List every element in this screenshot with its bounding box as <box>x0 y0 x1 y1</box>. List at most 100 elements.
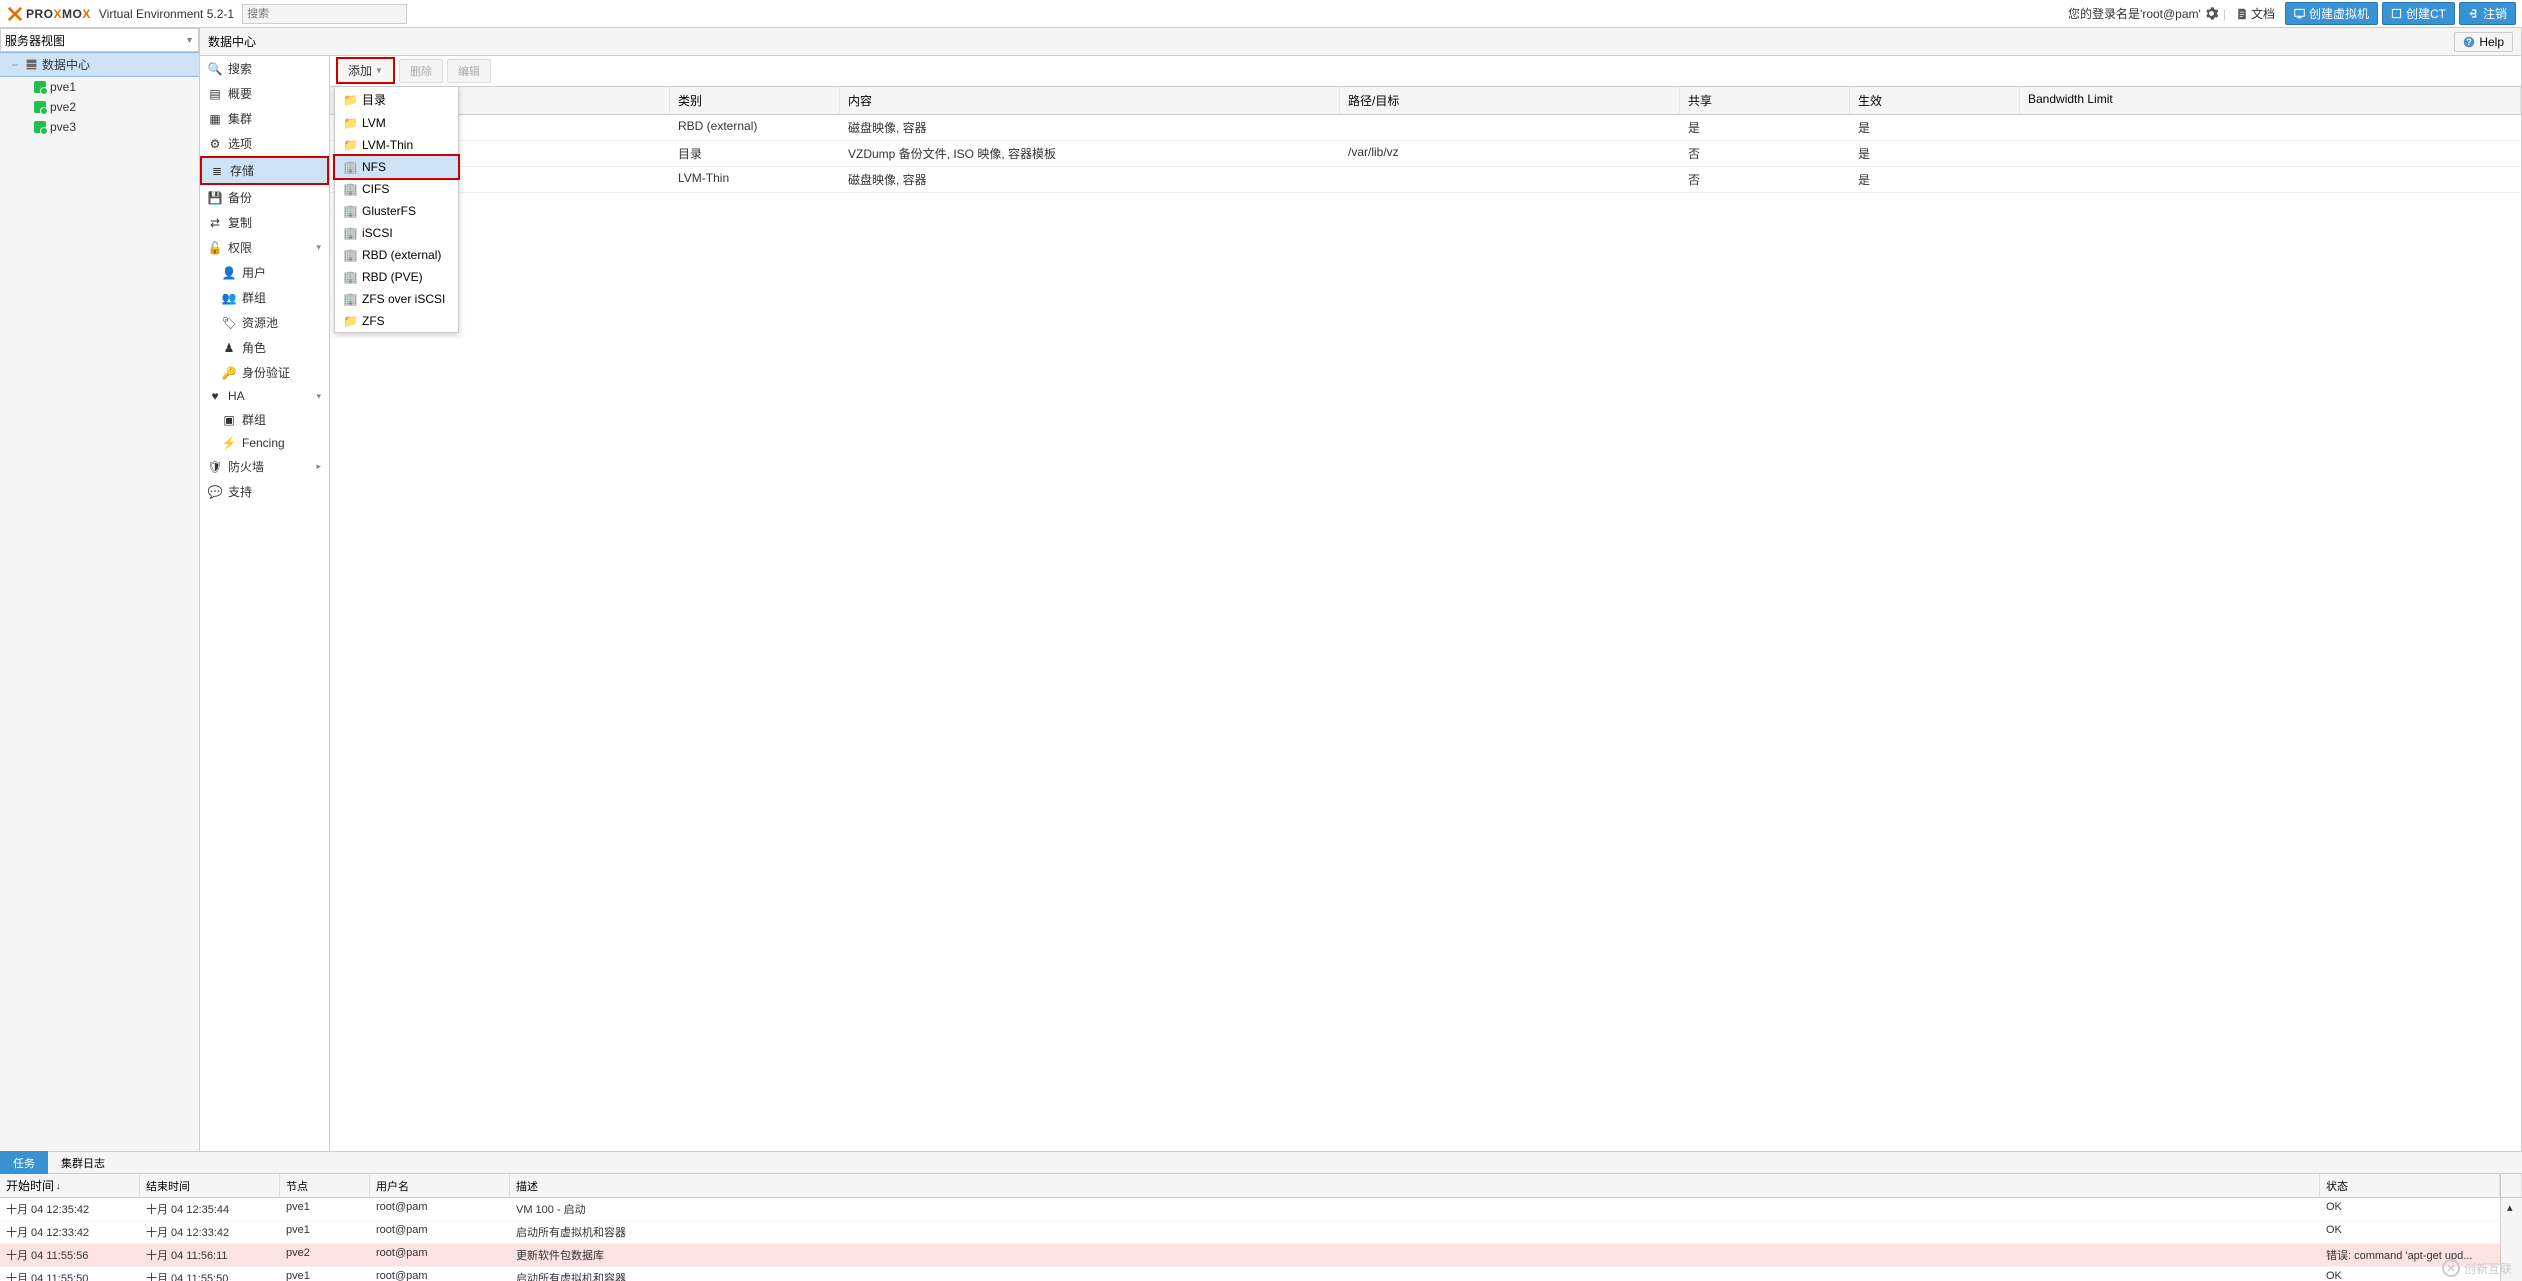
cfg-support[interactable]: 💬支持 <box>200 479 329 504</box>
storage-toolbar: 添加 ▼ 删除 编辑 <box>330 56 2521 86</box>
dd-rbdpve[interactable]: 🏢RBD (PVE) <box>335 266 458 288</box>
cfg-options[interactable]: ⚙选项 <box>200 131 329 156</box>
tab-cluster-log[interactable]: 集群日志 <box>48 1151 118 1174</box>
col-start[interactable]: 开始时间 ↓ <box>0 1174 140 1197</box>
dd-zfs[interactable]: 📁ZFS <box>335 310 458 332</box>
add-button[interactable]: 添加 ▼ <box>336 57 395 84</box>
cfg-auth[interactable]: 🔑身份验证 <box>200 360 329 385</box>
log-row[interactable]: 十月 04 12:35:42十月 04 12:35:44pve1root@pam… <box>0 1198 2522 1221</box>
users-icon: 👥 <box>222 291 236 305</box>
table-row[interactable]: LVM-Thin磁盘映像, 容器否是 <box>330 167 2521 193</box>
gear-icon[interactable] <box>2205 7 2219 21</box>
building-icon: 🏢 <box>343 292 356 306</box>
dd-iscsi[interactable]: 🏢iSCSI <box>335 222 458 244</box>
create-ct-button[interactable]: 创建CT <box>2382 2 2455 25</box>
cfg-ha[interactable]: ♥HA▾ <box>200 385 329 407</box>
comments-icon: 💬 <box>208 485 222 499</box>
cfg-groups[interactable]: 👥群组 <box>200 285 329 310</box>
login-info: 您的登录名是'root@pam' <box>2068 5 2201 22</box>
user-icon: 👤 <box>222 266 236 280</box>
logout-button[interactable]: 注销 <box>2459 2 2516 25</box>
search-icon: 🔍 <box>208 62 222 76</box>
cfg-users[interactable]: 👤用户 <box>200 260 329 285</box>
folder-icon: 📁 <box>343 93 356 107</box>
tree-node-pve1[interactable]: pve1 <box>0 77 199 97</box>
col-node[interactable]: 节点 <box>280 1174 370 1197</box>
log-tabs: 任务 集群日志 <box>0 1152 2522 1174</box>
tags-icon: 🏷 <box>222 316 236 330</box>
node-icon <box>34 101 46 113</box>
dd-nfs[interactable]: 🏢NFS <box>335 156 458 178</box>
log-row[interactable]: 十月 04 11:55:56十月 04 11:56:11pve2root@pam… <box>0 1244 2522 1267</box>
remove-button[interactable]: 删除 <box>399 59 443 83</box>
male-icon: ♟ <box>222 341 236 355</box>
svg-text:?: ? <box>2467 37 2473 47</box>
cluster-icon: ▦ <box>208 112 222 126</box>
log-row[interactable]: 十月 04 12:33:42十月 04 12:33:42pve1root@pam… <box>0 1221 2522 1244</box>
tree-datacenter[interactable]: − 数据中心 <box>0 52 199 77</box>
cfg-storage[interactable]: ≣存储 <box>200 156 329 185</box>
col-path[interactable]: 路径/目标 <box>1340 87 1680 114</box>
building-icon: 🏢 <box>343 270 356 284</box>
col-type[interactable]: 类别 <box>670 87 840 114</box>
folder-icon: 📁 <box>343 138 356 152</box>
building-icon: 🏢 <box>343 160 356 174</box>
tree-datacenter-label: 数据中心 <box>42 56 90 73</box>
global-search-input[interactable] <box>242 4 407 24</box>
cfg-pools[interactable]: 🏷资源池 <box>200 310 329 335</box>
dd-directory[interactable]: 📁目录 <box>335 87 458 112</box>
config-menu: 🔍搜索 ▤概要 ▦集群 ⚙选项 ≣存储 💾备份 ⇄复制 🔓权限▾ 👤用户 👥群组… <box>200 56 330 1151</box>
col-end[interactable]: 结束时间 <box>140 1174 280 1197</box>
cfg-cluster[interactable]: ▦集群 <box>200 106 329 131</box>
cfg-summary[interactable]: ▤概要 <box>200 81 329 106</box>
dd-lvm[interactable]: 📁LVM <box>335 112 458 134</box>
cfg-ha-groups[interactable]: ▣群组 <box>200 407 329 432</box>
tree-node-pve3[interactable]: pve3 <box>0 117 199 137</box>
heartbeat-icon: ♥ <box>208 389 222 403</box>
object-group-icon: ▣ <box>222 413 236 427</box>
floppy-icon: 💾 <box>208 191 222 205</box>
log-row[interactable]: 十月 04 11:55:50十月 04 11:55:50pve1root@pam… <box>0 1267 2522 1281</box>
gear-icon: ⚙ <box>208 137 222 151</box>
col-user[interactable]: 用户名 <box>370 1174 510 1197</box>
dd-cifs[interactable]: 🏢CIFS <box>335 178 458 200</box>
col-desc[interactable]: 描述 <box>510 1174 2320 1197</box>
top-right-controls: 您的登录名是'root@pam' | 文档 创建虚拟机 创建CT 注销 <box>2068 2 2516 25</box>
col-bw[interactable]: Bandwidth Limit <box>2020 87 2521 114</box>
cfg-firewall[interactable]: 🛡防火墙▸ <box>200 454 329 479</box>
chevron-down-icon: ▾ <box>316 391 321 402</box>
col-status[interactable]: 状态 <box>2320 1174 2500 1197</box>
col-content[interactable]: 内容 <box>840 87 1340 114</box>
table-row[interactable]: RBD (external)磁盘映像, 容器是是 <box>330 115 2521 141</box>
doc-button[interactable]: 文档 <box>2230 3 2281 24</box>
bolt-icon: ⚡ <box>222 436 236 450</box>
cfg-roles[interactable]: ♟角色 <box>200 335 329 360</box>
dd-gluster[interactable]: 🏢GlusterFS <box>335 200 458 222</box>
dd-rbdext[interactable]: 🏢RBD (external) <box>335 244 458 266</box>
building-icon: 🏢 <box>343 248 356 262</box>
cfg-backup[interactable]: 💾备份 <box>200 185 329 210</box>
view-selector[interactable]: 服务器视图 ▼ <box>0 28 199 52</box>
table-row[interactable]: 目录VZDump 备份文件, ISO 映像, 容器模板/var/lib/vz否是 <box>330 141 2521 167</box>
col-shared[interactable]: 共享 <box>1680 87 1850 114</box>
col-enabled[interactable]: 生效 <box>1850 87 2020 114</box>
server-icon <box>24 58 38 72</box>
breadcrumb: 数据中心 ?Help <box>200 28 2521 56</box>
edit-button[interactable]: 编辑 <box>447 59 491 83</box>
cfg-fencing[interactable]: ⚡Fencing <box>200 432 329 454</box>
dd-lvmthin[interactable]: 📁LVM-Thin <box>335 134 458 156</box>
cfg-replication[interactable]: ⇄复制 <box>200 210 329 235</box>
tree-node-pve2[interactable]: pve2 <box>0 97 199 117</box>
top-bar: PROXMOX Virtual Environment 5.2-1 您的登录名是… <box>0 0 2522 28</box>
dd-zfsiscsi[interactable]: 🏢ZFS over iSCSI <box>335 288 458 310</box>
help-button[interactable]: ?Help <box>2454 32 2513 52</box>
tab-tasks[interactable]: 任务 <box>0 1151 48 1174</box>
scroll-up-icon: ▴ <box>2500 1198 2522 1221</box>
watermark: ✕ 创新互联 <box>2442 1259 2512 1277</box>
create-vm-button[interactable]: 创建虚拟机 <box>2285 2 2378 25</box>
cfg-search[interactable]: 🔍搜索 <box>200 56 329 81</box>
building-icon: 🏢 <box>343 226 356 240</box>
minus-icon: − <box>10 58 20 72</box>
cfg-permissions[interactable]: 🔓权限▾ <box>200 235 329 260</box>
log-body: 十月 04 12:35:42十月 04 12:35:44pve1root@pam… <box>0 1198 2522 1281</box>
